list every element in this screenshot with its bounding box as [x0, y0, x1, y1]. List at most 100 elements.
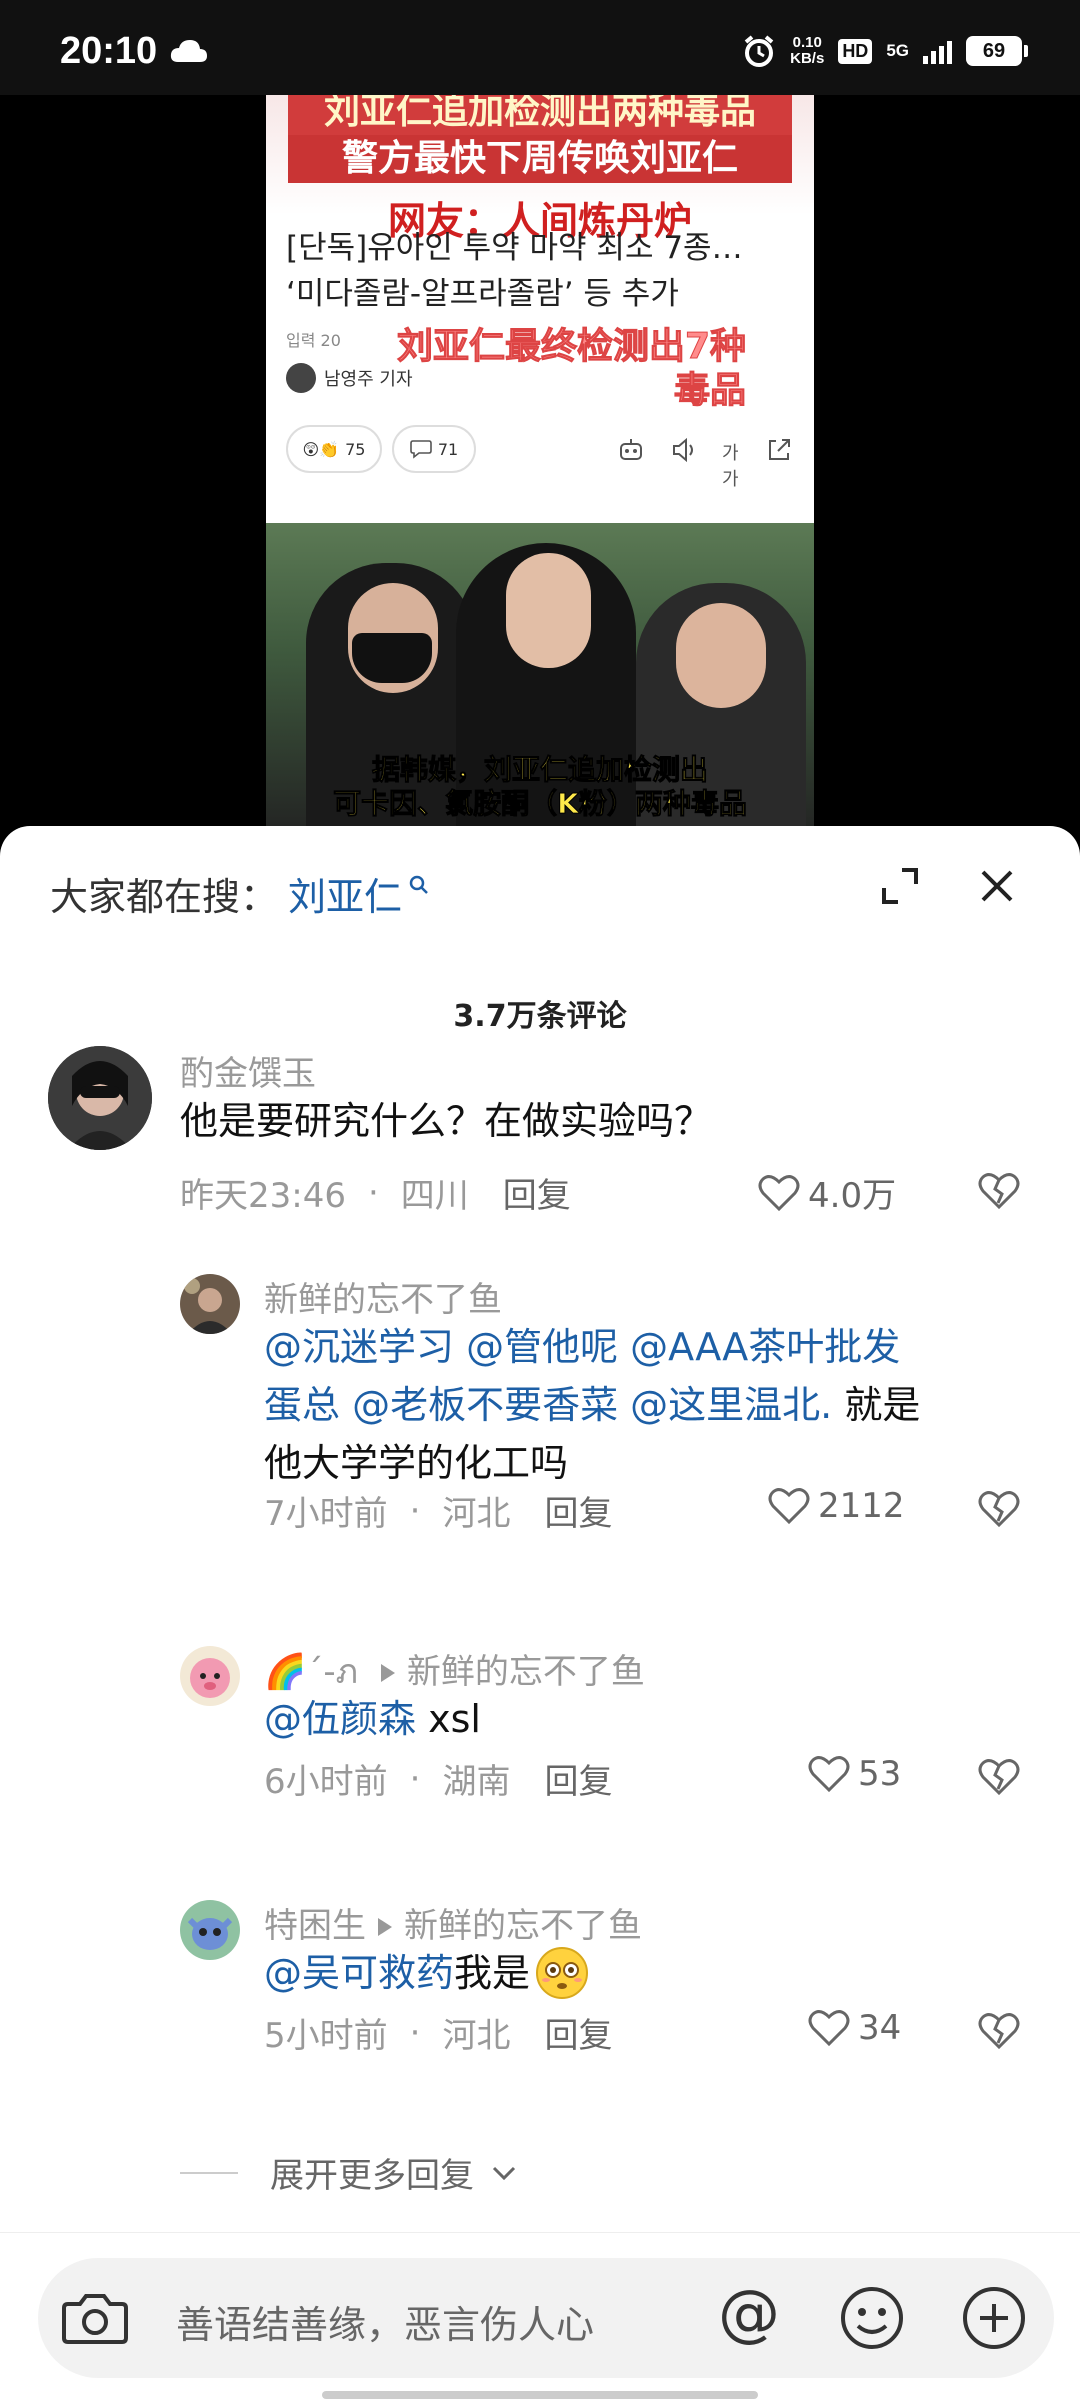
comment-text: @吴可救药 我是	[264, 1944, 590, 2002]
alarm-icon	[744, 35, 774, 67]
comment-count: 3.7万条评论	[453, 999, 627, 1034]
search-prefix: 大家都在搜：	[50, 875, 279, 919]
comment-meta: 6小时前 · 湖南 回复	[264, 1754, 612, 1803]
broken-heart-icon[interactable]	[978, 2010, 1020, 2052]
comment-time: 昨天23:46	[180, 1176, 346, 1216]
like-count: 53	[858, 1754, 902, 1794]
reply-arrow-icon	[380, 1663, 395, 1682]
reply-button[interactable]: 回复	[544, 1486, 612, 1535]
expand-more-replies-button[interactable]: 展开更多回复	[180, 2148, 518, 2197]
avatar[interactable]	[180, 1646, 240, 1706]
comment-time: 5小时前	[264, 2016, 388, 2056]
home-indicator[interactable]	[322, 2391, 758, 2399]
signal-icon	[923, 38, 952, 64]
net-speed: 0.10 KB/s	[790, 34, 825, 67]
article-likes: 😲👏 75	[286, 425, 382, 473]
mention[interactable]: @伍颜森	[264, 1697, 416, 1741]
emoji-icon[interactable]	[838, 2284, 906, 2352]
article-comments: 71	[392, 425, 476, 473]
like-button[interactable]: 53	[808, 1754, 901, 1794]
mention-at-icon[interactable]: @	[718, 2276, 780, 2349]
like-count: 34	[858, 2008, 902, 2048]
search-icon	[409, 875, 428, 894]
like-count: 4.0万	[808, 1176, 897, 1216]
share-icon	[769, 439, 790, 460]
reply-button[interactable]: 回复	[503, 1168, 571, 1217]
heart-icon	[758, 1174, 800, 1211]
video-player[interactable]: 刘亚仁追加检测出两种毒品 警方最快下周传唤刘亚仁 网友：人间炼丹炉 [단독]유아…	[0, 95, 1080, 840]
comment-input-bar: 善语结善缘，恶言伤人心 @	[0, 2232, 1080, 2400]
reply-button[interactable]: 回复	[544, 2008, 612, 2057]
comment-location: 河北	[442, 2016, 511, 2056]
like-button[interactable]: 34	[808, 2008, 901, 2048]
comment-time: 7小时前	[264, 1494, 388, 1534]
camera-icon[interactable]	[60, 2288, 130, 2348]
expand-icon[interactable]	[878, 864, 922, 908]
font-size-icon: 가가	[722, 443, 739, 490]
reply-item: 新鲜的忘不了鱼 @沉迷学习 @管他呢 @AAA茶叶批发 蛋总 @老板不要香菜 @…	[0, 1272, 1080, 1534]
battery-indicator: 69	[966, 36, 1028, 66]
mentions-line-2[interactable]: 蛋总 @老板不要香菜 @这里温北.	[264, 1383, 832, 1427]
comment-text: @沉迷学习 @管他呢 @AAA茶叶批发 蛋总 @老板不要香菜 @这里温北. 就是…	[264, 1318, 1024, 1492]
heart-icon	[768, 1488, 810, 1525]
flushed-emoji-icon	[536, 1947, 589, 1999]
comment-meta: 5小时前 · 河北 回复	[264, 2008, 612, 2057]
broken-heart-icon[interactable]	[978, 1170, 1020, 1212]
comment-location: 湖南	[442, 1762, 511, 1802]
robot-icon	[620, 439, 642, 460]
comment-text: 他是要研究什么？在做实验吗？	[180, 1099, 713, 1143]
comment-location: 四川	[400, 1176, 469, 1216]
reply-button[interactable]: 回复	[544, 1754, 612, 1803]
comment-bubble-icon	[410, 440, 432, 459]
trending-search[interactable]: 大家都在搜： 刘亚仁	[50, 866, 430, 921]
status-time: 20:10	[60, 30, 158, 72]
reaction-emoji-icon: 😲👏	[302, 439, 340, 459]
avatar[interactable]	[180, 1900, 240, 1960]
reply-item: 特困生 新鲜的忘不了鱼 @吴可救药 我是 5小时前 · 河北 回复 34	[0, 1900, 1080, 2060]
article-action-bar: 😲👏 75 71 가가	[286, 425, 796, 490]
like-button[interactable]: 2112	[768, 1486, 905, 1526]
hd-badge: HD	[838, 38, 873, 64]
reply-to[interactable]: 新鲜的忘不了鱼	[404, 1906, 642, 1946]
comment-placeholder: 善语结善缘，恶言伤人心	[176, 2303, 595, 2347]
comment-author[interactable]: 新鲜的忘不了鱼	[264, 1272, 502, 1321]
comment-sheet: 大家都在搜： 刘亚仁 3.7万条评论 酌金馔玉 他是要研究什么？在做实验吗？ 昨…	[0, 826, 1080, 2400]
mentions-line-1[interactable]: @沉迷学习 @管他呢 @AAA茶叶批发	[264, 1318, 1024, 1376]
broken-heart-icon[interactable]	[978, 1488, 1020, 1530]
search-keyword[interactable]: 刘亚仁	[288, 866, 402, 921]
comment-item: 酌金馔玉 他是要研究什么？在做实验吗？ 昨天23:46 · 四川 回复 4.0万	[0, 1046, 1080, 1246]
comment-time: 6小时前	[264, 1762, 388, 1802]
avatar[interactable]	[180, 1274, 240, 1334]
network-type: 5G	[886, 41, 909, 60]
heart-icon	[808, 2010, 850, 2047]
divider	[180, 2171, 238, 2174]
comment-text: @伍颜森 xsl	[264, 1697, 481, 1741]
close-icon[interactable]	[975, 864, 1019, 908]
reply-item: 🌈´-ภ 新鲜的忘不了鱼 @伍颜森 xsl 6小时前 · 湖南 回复 53	[0, 1646, 1080, 1806]
reply-to[interactable]: 新鲜的忘不了鱼	[407, 1652, 645, 1692]
like-count: 2112	[818, 1486, 905, 1526]
broken-heart-icon[interactable]	[978, 1756, 1020, 1798]
status-bar: 20:10 0.10 KB/s HD 5G 69	[0, 0, 1080, 95]
speaker-icon	[673, 437, 693, 463]
video-subtitle: 据韩媒，刘亚仁追加检测出 可卡因、氯胺酮（K粉）两种毒品	[333, 753, 748, 821]
like-button[interactable]: 4.0万	[758, 1168, 896, 1217]
heart-icon	[808, 1756, 850, 1793]
comment-author: 特困生 新鲜的忘不了鱼	[264, 1906, 642, 1946]
plus-icon[interactable]	[960, 2284, 1028, 2352]
reply-arrow-icon	[378, 1917, 392, 1936]
comment-author[interactable]: 酌金馔玉	[180, 1046, 316, 1095]
comment-input[interactable]: 善语结善缘，恶言伤人心 @	[38, 2258, 1054, 2378]
status-indicators: 0.10 KB/s HD 5G 69	[742, 34, 1028, 68]
chevron-down-icon	[492, 2166, 516, 2180]
news-photo: 据韩媒，刘亚仁追加检测出 可卡因、氯胺酮（K粉）两种毒品	[266, 523, 814, 840]
video-overlay-caption: 刘亚仁最终检测出7种 毒品	[396, 326, 746, 412]
avatar[interactable]	[48, 1046, 152, 1150]
video-frame: 刘亚仁追加检测出两种毒品 警方最快下周传唤刘亚仁 网友：人间炼丹炉 [단독]유아…	[266, 95, 814, 840]
video-headline-1: 刘亚仁追加检测出两种毒品	[288, 95, 792, 137]
comment-location: 河北	[442, 1494, 511, 1534]
author-avatar	[286, 363, 316, 393]
comment-meta: 7小时前 · 河北 回复	[264, 1486, 612, 1535]
video-headline-2: 警方最快下周传唤刘亚仁	[288, 135, 792, 183]
mention[interactable]: @吴可救药	[264, 1944, 454, 2002]
